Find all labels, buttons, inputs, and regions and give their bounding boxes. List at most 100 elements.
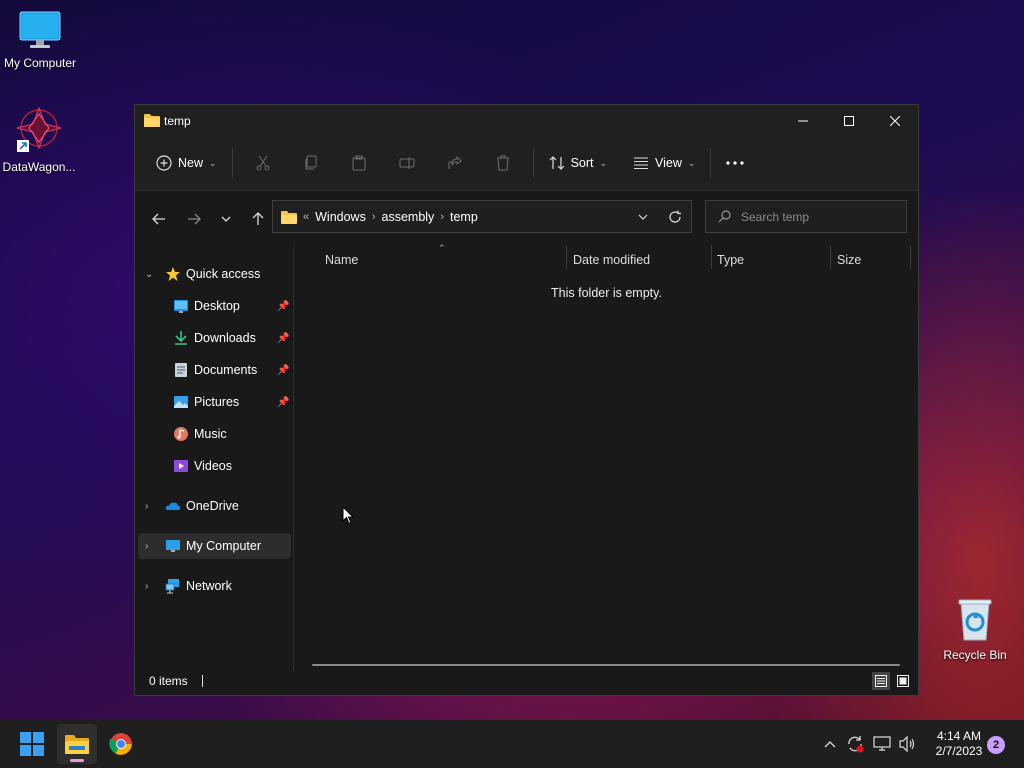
- search-box[interactable]: [705, 200, 907, 233]
- network-icon: [873, 736, 891, 751]
- toolbar-divider: [231, 148, 233, 178]
- sidebar-item-pictures[interactable]: Pictures 📌: [135, 389, 293, 415]
- chevron-right-icon[interactable]: ›: [145, 501, 148, 512]
- desktop-icon-my-computer[interactable]: My Computer: [0, 10, 80, 70]
- sidebar-item-label: Desktop: [194, 299, 240, 313]
- network-status-button[interactable]: [871, 720, 893, 768]
- toolbar-divider: [710, 148, 712, 178]
- mouse-cursor-icon: [342, 506, 354, 525]
- chrome-icon: [109, 733, 132, 755]
- clock-time: 4:14 AM: [936, 729, 982, 743]
- sidebar-item-documents[interactable]: Documents 📌: [135, 357, 293, 383]
- taskbar-chrome[interactable]: [101, 724, 141, 764]
- sidebar-item-quick-access[interactable]: ⌄ Quick access: [135, 261, 293, 287]
- minimize-button[interactable]: [780, 106, 826, 136]
- paste-button[interactable]: [335, 147, 383, 179]
- sidebar-item-label: Documents: [194, 363, 258, 377]
- more-options-button[interactable]: [717, 147, 753, 179]
- taskbar-file-explorer[interactable]: [57, 724, 97, 764]
- chevron-right-icon[interactable]: ›: [440, 211, 444, 223]
- address-history-button[interactable]: [627, 201, 659, 233]
- sidebar-item-network[interactable]: › Network: [135, 573, 293, 599]
- rename-button[interactable]: [383, 147, 431, 179]
- new-button[interactable]: New ⌄: [147, 147, 226, 179]
- show-hidden-icons-button[interactable]: [820, 720, 840, 768]
- chevron-down-icon: ⌄: [599, 157, 608, 168]
- breadcrumb-overflow[interactable]: «: [303, 211, 309, 223]
- column-header-date-modified[interactable]: Date modified: [573, 253, 650, 267]
- sidebar-item-downloads[interactable]: Downloads 📌: [135, 325, 293, 351]
- sidebar-item-label: My Computer: [186, 539, 262, 553]
- chevron-right-icon[interactable]: ›: [372, 211, 376, 223]
- column-divider[interactable]: [566, 245, 567, 269]
- volume-button[interactable]: [896, 720, 918, 768]
- sidebar-item-my-computer[interactable]: › My Computer: [138, 533, 291, 559]
- pin-icon: 📌: [277, 396, 290, 408]
- maximize-icon: [844, 115, 854, 126]
- up-button[interactable]: [242, 203, 274, 235]
- sync-status-button[interactable]: [844, 720, 866, 768]
- column-header-size[interactable]: Size: [837, 253, 861, 267]
- share-button[interactable]: [431, 147, 479, 179]
- refresh-button[interactable]: [659, 201, 691, 233]
- file-explorer-window: temp New ⌄ Sort ⌄ View ⌄ « Windows › ass…: [134, 104, 919, 696]
- datawagon-logo-icon: [16, 106, 62, 152]
- title-bar[interactable]: temp: [135, 105, 918, 136]
- file-list[interactable]: ⌃ Name Date modified Type Size This fold…: [294, 243, 918, 670]
- refresh-icon: [669, 210, 681, 223]
- sidebar-item-onedrive[interactable]: › OneDrive: [135, 493, 293, 519]
- column-divider[interactable]: [711, 245, 712, 269]
- breadcrumb-windows[interactable]: Windows: [315, 210, 366, 224]
- close-icon: [890, 115, 900, 126]
- desktop-icon-datawagon[interactable]: DataWagon...: [0, 106, 79, 174]
- video-icon: [174, 460, 188, 472]
- scissors-icon: [256, 155, 270, 171]
- sidebar-item-label: OneDrive: [186, 499, 239, 513]
- column-divider[interactable]: [910, 245, 911, 269]
- chevron-down-icon[interactable]: ⌄: [145, 269, 153, 280]
- sidebar-item-label: Pictures: [194, 395, 240, 409]
- forward-button[interactable]: [178, 203, 210, 235]
- start-button[interactable]: [12, 724, 52, 764]
- column-header-type[interactable]: Type: [717, 253, 744, 267]
- large-icons-view-button[interactable]: [894, 672, 912, 690]
- desktop-icon-recycle-bin[interactable]: Recycle Bin: [935, 598, 1015, 662]
- trash-icon: [496, 155, 509, 171]
- close-button[interactable]: [872, 106, 918, 136]
- sync-icon: [848, 736, 864, 753]
- back-button[interactable]: [143, 203, 175, 235]
- details-view-button[interactable]: [872, 672, 890, 690]
- breadcrumb-temp[interactable]: temp: [450, 210, 478, 224]
- sidebar-item-desktop[interactable]: Desktop 📌: [135, 293, 293, 319]
- address-bar[interactable]: « Windows › assembly › temp: [272, 200, 692, 233]
- column-divider[interactable]: [830, 245, 831, 269]
- column-header-name[interactable]: Name: [325, 253, 358, 267]
- sidebar-item-videos[interactable]: Videos: [135, 453, 293, 479]
- copy-icon: [305, 155, 317, 170]
- search-input[interactable]: [741, 209, 891, 224]
- download-arrow-icon: [175, 331, 187, 345]
- maximize-button[interactable]: [826, 106, 872, 136]
- chevron-right-icon[interactable]: ›: [145, 581, 148, 592]
- sort-button[interactable]: Sort ⌄: [540, 147, 616, 179]
- toolbar-divider: [532, 148, 534, 178]
- copy-button[interactable]: [287, 147, 335, 179]
- horizontal-scrollbar[interactable]: [312, 664, 900, 666]
- empty-folder-message: This folder is empty.: [551, 286, 662, 300]
- rename-icon: [399, 157, 415, 169]
- cut-button[interactable]: [239, 147, 287, 179]
- recent-locations-button[interactable]: [210, 203, 242, 235]
- chevron-right-icon[interactable]: ›: [145, 541, 148, 552]
- view-button[interactable]: View ⌄: [624, 147, 704, 179]
- monitor-icon: [166, 540, 180, 552]
- chevron-up-icon: [824, 741, 836, 748]
- sidebar-item-music[interactable]: Music: [135, 421, 293, 447]
- notification-badge[interactable]: 2: [987, 736, 1005, 754]
- arrow-left-icon: [152, 213, 165, 225]
- music-icon: [174, 427, 188, 441]
- speaker-icon: [899, 736, 915, 752]
- sort-label: Sort: [570, 156, 594, 170]
- delete-button[interactable]: [479, 147, 527, 179]
- breadcrumb-assembly[interactable]: assembly: [382, 210, 435, 224]
- clock[interactable]: 4:14 AM 2/7/2023: [926, 729, 992, 759]
